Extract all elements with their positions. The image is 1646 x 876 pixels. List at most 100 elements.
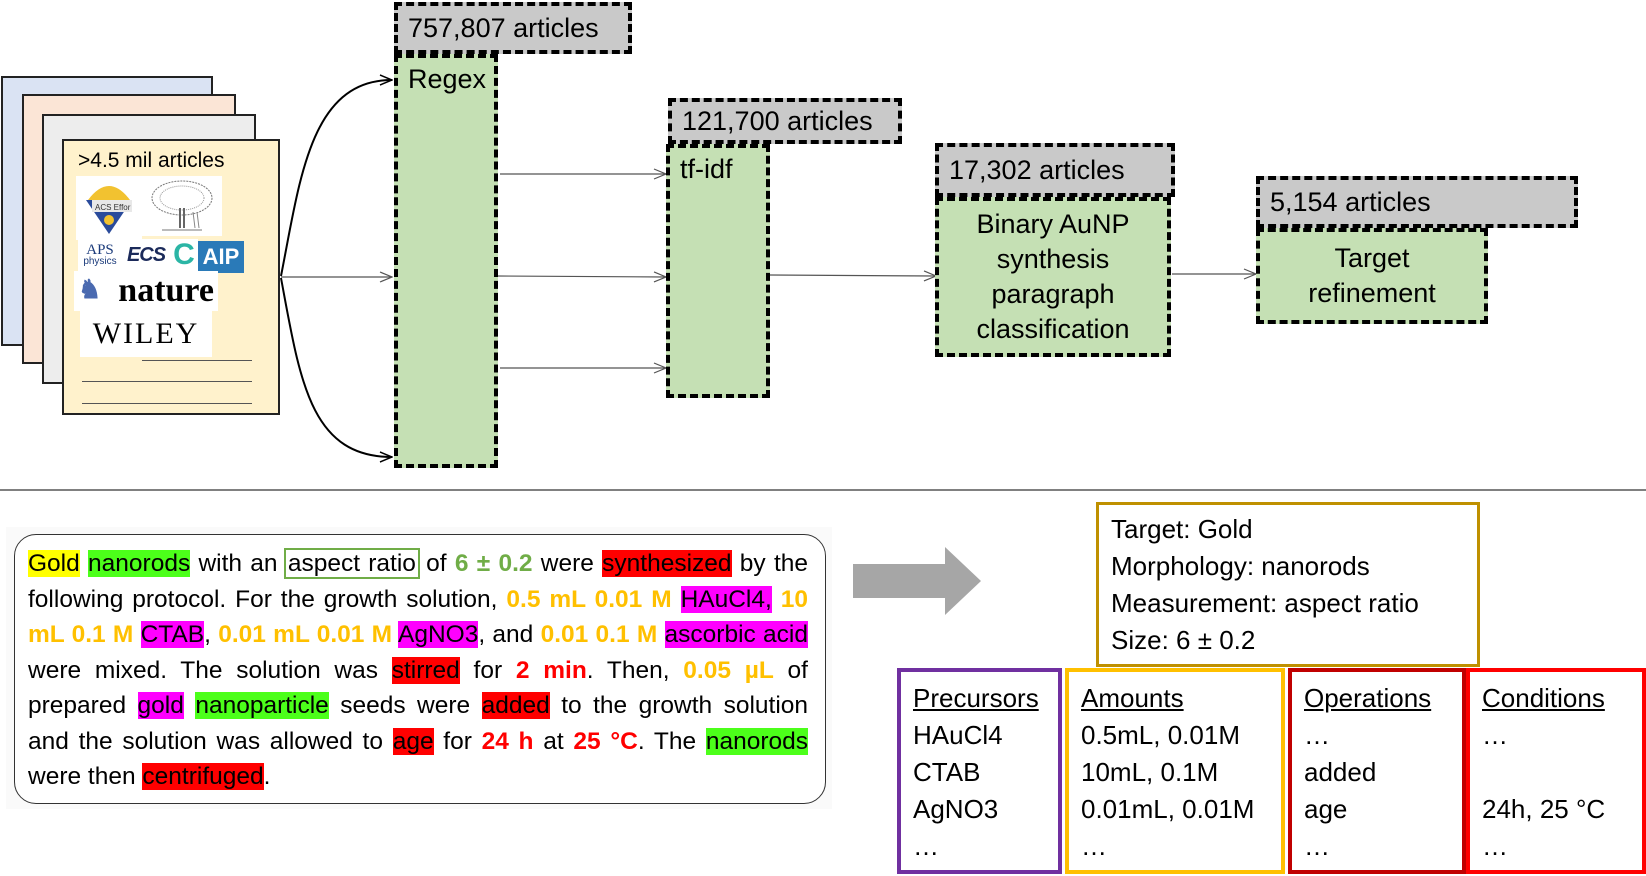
amount-entity: 0.01 mL 0.01 M — [218, 621, 393, 648]
paragraph-text-segment: at — [533, 727, 574, 755]
paragraph-text-segment: for — [459, 656, 516, 684]
condition-entity: 25 °C — [573, 727, 638, 755]
arrow-regex-to-tfidf-2 — [496, 276, 666, 277]
precursor-entity: ascorbic acid — [664, 621, 808, 648]
column-header: Conditions — [1482, 683, 1605, 713]
corpus-size-label: >4.5 mil articles — [78, 149, 225, 172]
paragraph-text-segment: for — [433, 727, 482, 755]
synthesis-summary-box: Target: Gold Morphology: nanorods Measur… — [1096, 502, 1480, 667]
acs-logo: ACS Effor — [76, 176, 142, 240]
column-row — [1482, 754, 1630, 791]
paragraph-text-segment: were — [532, 550, 603, 577]
operation-entity: age — [392, 727, 434, 755]
column-header: Precursors — [913, 683, 1039, 713]
article-stack-front-page: >4.5 mil articles ACS Effor APS physics … — [62, 139, 280, 415]
operation-entity: centrifuged — [142, 763, 264, 790]
stage-label: tf-idf — [680, 154, 733, 184]
amount-entity: 0.5 mL 0.01 M — [506, 585, 672, 613]
precursor-entity: gold — [137, 692, 184, 719]
paragraph-text-segment: were mixed. The solution was — [28, 656, 392, 684]
column-row: … — [1304, 831, 1330, 861]
precursor-entity: HAuCl4, — [680, 585, 772, 613]
annotated-paragraph-text: Gold nanorods with an aspect ratio of 6 … — [28, 546, 808, 795]
summary-measurement: Measurement: aspect ratio — [1111, 588, 1419, 618]
svg-text:ACS Effor: ACS Effor — [95, 203, 131, 212]
stage-label: Regex — [408, 64, 487, 94]
section-divider — [0, 489, 1646, 491]
column-row: 10mL, 0.1M — [1081, 757, 1219, 787]
page-text-line — [82, 403, 252, 404]
regex-count-box: 757,807 articles — [394, 2, 632, 54]
arrow-corpus-to-regex-top — [280, 80, 392, 277]
target-entity: Gold — [28, 550, 80, 577]
paragraph-text-segment — [672, 586, 681, 613]
morphology-entity: nanoparticle — [195, 692, 329, 719]
nature-logo: ♞ nature — [74, 271, 218, 311]
condition-entity: 2 min — [515, 656, 587, 684]
paragraph-text-segment — [133, 621, 140, 648]
c-logo: C — [170, 238, 198, 271]
conditions-column: Conditions … 24h, 25 °C … — [1466, 668, 1646, 874]
summary-size: Size: 6 ± 0.2 — [1111, 625, 1256, 655]
paragraph-text-segment: were then — [28, 763, 143, 790]
morphology-entity: nanorods — [705, 727, 808, 755]
wiley-logo: WILEY — [80, 311, 212, 357]
paragraph-text-segment — [80, 550, 88, 577]
paragraph-text-segment: . The — [637, 727, 706, 755]
paragraph-text-segment: . — [263, 763, 271, 790]
measurement-entity: aspect ratio — [283, 548, 420, 579]
column-row: AgNO3 — [913, 794, 999, 824]
column-row: 0.01mL, 0.01M — [1081, 794, 1255, 824]
column-row: CTAB — [913, 757, 981, 787]
amounts-column: Amounts 0.5mL, 0.01M 10mL, 0.1M 0.01mL, … — [1065, 668, 1285, 874]
operations-column: Operations … added age … — [1288, 668, 1466, 874]
ecs-logo: ECS — [122, 239, 170, 271]
morphology-entity: nanorods — [88, 550, 191, 577]
amount-entity: 0.01 0.1 M — [540, 621, 658, 648]
column-header: Operations — [1304, 683, 1432, 713]
column-row: … — [1482, 831, 1508, 861]
page-text-line — [82, 381, 252, 382]
column-row: … — [913, 831, 939, 861]
precursor-entity: CTAB — [140, 621, 205, 648]
column-row: … — [1081, 831, 1107, 861]
column-row: 0.5mL, 0.01M — [1081, 720, 1240, 750]
tfidf-stage-box: tf-idf — [666, 144, 770, 398]
refinement-count-box: 5,154 articles — [1256, 176, 1578, 228]
regex-stage-box: Regex — [394, 54, 498, 468]
precursors-column: Precursors HAuCl4 CTAB AgNO3 … — [897, 668, 1062, 874]
paragraph-text-segment: . Then, — [586, 656, 684, 684]
column-row: age — [1304, 794, 1348, 824]
column-row: HAuCl4 — [913, 720, 1003, 750]
aps-physics-logo: APS physics — [78, 239, 122, 271]
refinement-stage-box: Target refinement — [1256, 228, 1488, 324]
summary-morphology: Morphology: nanorods — [1111, 551, 1370, 581]
condition-entity: 24 h — [481, 727, 534, 755]
operation-entity: synthesized — [602, 550, 732, 577]
column-row: added — [1304, 757, 1377, 787]
springer-horse-icon: ♞ — [78, 275, 102, 304]
paragraph-text-segment: with an — [190, 550, 286, 577]
arrow-tfidf-to-classification — [769, 275, 936, 276]
column-header: Amounts — [1081, 683, 1184, 713]
paragraph-text-segment — [184, 692, 195, 719]
column-row: … — [1482, 720, 1508, 750]
column-row: … — [1304, 720, 1330, 750]
classification-count-box: 17,302 articles — [935, 143, 1175, 197]
paragraph-text-segment — [657, 621, 664, 648]
precursor-entity: AgNO3 — [398, 621, 479, 648]
summary-target: Target: Gold — [1111, 514, 1253, 544]
elsevier-tree-logo — [142, 176, 222, 236]
arrow-corpus-to-regex-bottom — [280, 277, 392, 457]
paragraph-text-segment: seeds were — [328, 692, 482, 719]
paragraph-text-segment: of — [417, 550, 455, 577]
tfidf-count-box: 121,700 articles — [668, 98, 902, 144]
column-row: 24h, 25 °C — [1482, 794, 1606, 824]
operation-entity: stirred — [391, 656, 460, 684]
amount-entity: 0.05 µL — [683, 656, 774, 684]
paragraph-text-segment: , and — [478, 621, 541, 648]
classification-stage-box: Binary AuNP synthesis paragraph classifi… — [935, 197, 1171, 357]
paragraph-text-segment: , — [204, 621, 219, 648]
right-arrow-icon — [853, 547, 981, 615]
size-entity: 6 ± 0.2 — [454, 550, 533, 577]
